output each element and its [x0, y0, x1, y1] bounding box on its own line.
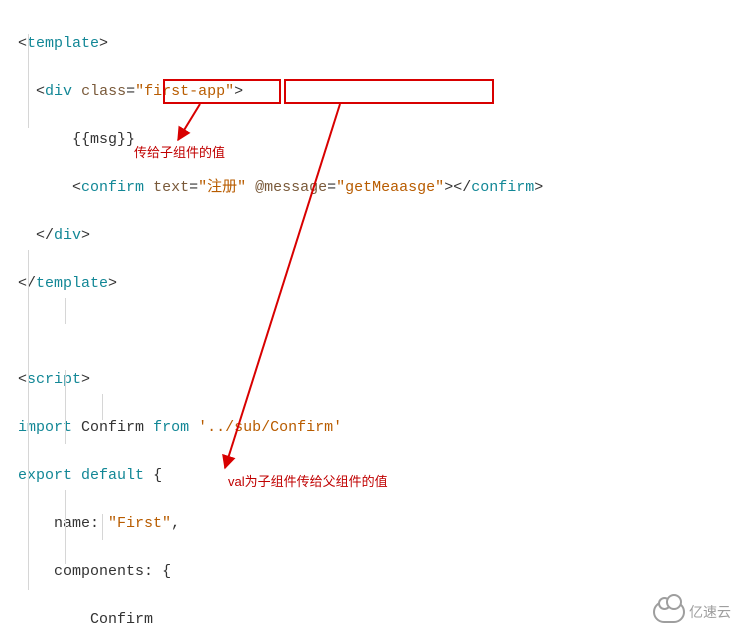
- code-editor: <template> <div class="first-app"> {{msg…: [0, 0, 737, 630]
- indent-guide: [28, 34, 29, 128]
- indent-guide: [102, 514, 103, 540]
- code-line: import Confirm from '../sub/Confirm': [18, 416, 737, 440]
- indent-guide: [65, 370, 66, 444]
- code-line: Confirm: [18, 608, 737, 630]
- code-line: </template>: [18, 272, 737, 296]
- watermark: 亿速云: [653, 600, 731, 624]
- code-line: [18, 320, 737, 344]
- code-line: <confirm text="注册" @message="getMeaasge"…: [18, 176, 737, 200]
- code-line: </div>: [18, 224, 737, 248]
- code-line: {{msg}}: [18, 128, 737, 152]
- code-line: <template>: [18, 32, 737, 56]
- code-line: name: "First",: [18, 512, 737, 536]
- annotation-1: 传给子组件的值: [134, 141, 225, 165]
- watermark-text: 亿速云: [689, 600, 731, 624]
- indent-guide: [65, 490, 66, 564]
- cloud-icon: [653, 601, 685, 623]
- code-line: components: {: [18, 560, 737, 584]
- indent-guide: [102, 394, 103, 420]
- indent-guide: [28, 250, 29, 590]
- code-line: <div class="first-app">: [18, 80, 737, 104]
- code-line: <script>: [18, 368, 737, 392]
- annotation-2: val为子组件传给父组件的值: [228, 470, 388, 494]
- indent-guide: [65, 298, 66, 324]
